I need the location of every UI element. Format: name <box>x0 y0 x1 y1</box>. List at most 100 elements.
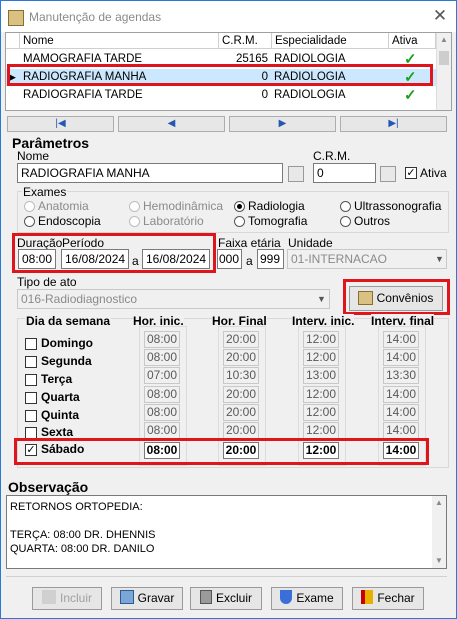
day-label-sexta: Sexta <box>41 425 74 439</box>
grid-header-especialidade[interactable]: Especialidade <box>272 33 389 49</box>
highlight-convenios <box>343 279 450 315</box>
hfim-domingo[interactable]: 20:00 <box>223 331 259 348</box>
hfim-sexta[interactable]: 20:00 <box>223 422 259 439</box>
fechar-button[interactable]: Fechar <box>352 587 424 610</box>
radio-label-outros: Outros <box>354 214 391 228</box>
iini-sexta[interactable]: 12:00 <box>303 422 339 439</box>
ifim-quarta[interactable]: 14:00 <box>383 386 419 403</box>
tipo-ato-select[interactable]: 016-Radiodiagnostico <box>17 289 330 309</box>
radio-endoscopia[interactable] <box>24 216 35 227</box>
scroll-thumb[interactable] <box>439 51 449 65</box>
grid-scrollbar[interactable]: ▲ <box>436 33 451 110</box>
add-icon <box>41 590 56 604</box>
exit-door-icon <box>361 590 374 604</box>
radio-outros[interactable] <box>340 216 351 227</box>
observacao-textarea[interactable]: RETORNOS ORTOPEDIA: TERÇA: 08:00 DR. DHE… <box>6 495 447 569</box>
nome-label: Nome <box>17 149 50 163</box>
hini-sexta[interactable]: 08:00 <box>144 422 180 439</box>
faixa-label: Faixa etária <box>218 236 281 250</box>
day-label-domingo: Domingo <box>41 336 93 350</box>
excluir-button[interactable]: Excluir <box>190 587 262 610</box>
cell-nome: RADIOGRAFIA TARDE <box>23 89 143 101</box>
hini-segunda[interactable]: 08:00 <box>144 349 180 366</box>
faixa-min-field[interactable]: 000 <box>217 249 242 269</box>
app-icon <box>8 10 24 26</box>
fechar-label: Fechar <box>377 591 415 605</box>
gravar-button[interactable]: Gravar <box>111 587 183 610</box>
iini-quarta[interactable]: 12:00 <box>303 386 339 403</box>
radio-radiologia[interactable] <box>234 201 245 212</box>
radio-tomografia[interactable] <box>234 216 245 227</box>
iini-quinta[interactable]: 12:00 <box>303 404 339 421</box>
schedule-header-dia: Dia da semana <box>25 314 112 328</box>
ifim-segunda[interactable]: 14:00 <box>383 349 419 366</box>
exames-label: Exames <box>22 185 68 199</box>
observacao-scrollbar[interactable]: ▲ ▼ <box>432 496 446 568</box>
ifim-terca[interactable]: 13:30 <box>383 367 419 384</box>
faixa-max-field[interactable]: 999 <box>257 249 284 269</box>
ifim-domingo[interactable]: 14:00 <box>383 331 419 348</box>
ativa-checkbox[interactable]: ✓ <box>405 167 417 179</box>
checkbox-segunda[interactable] <box>25 356 37 368</box>
day-label-segunda: Segunda <box>41 354 92 368</box>
grid-header-ativa[interactable]: Ativa <box>389 33 436 49</box>
unidade-select[interactable]: 01-INTERNACAO <box>287 249 447 269</box>
hini-terca[interactable]: 07:00 <box>144 367 180 384</box>
radio-label-radiologia: Radiologia <box>248 199 305 213</box>
scroll-up-icon[interactable]: ▲ <box>435 498 443 507</box>
hfim-quinta[interactable]: 20:00 <box>223 404 259 421</box>
day-label-quinta: Quinta <box>41 408 79 422</box>
day-label-terca: Terça <box>41 372 73 386</box>
cell-especialidade: RADIOLOGIA <box>274 89 346 101</box>
nav-next-button[interactable]: ▶ <box>229 116 336 132</box>
highlight-sabado-row <box>14 438 429 465</box>
ifim-quinta[interactable]: 14:00 <box>383 404 419 421</box>
radio-label-hemodinamica: Hemodinâmica <box>143 199 224 213</box>
agendas-window: Manutenção de agendas ✕ Nome C.R.M. Espe… <box>0 0 457 619</box>
grid-header-nome[interactable]: Nome <box>20 33 219 49</box>
exame-button[interactable]: Exame <box>271 587 343 610</box>
nav-last-button[interactable]: ▶| <box>340 116 447 132</box>
chevron-down-icon: ▼ <box>317 294 326 304</box>
checkbox-quarta[interactable] <box>25 392 37 404</box>
nav-first-button[interactable]: |◀ <box>7 116 114 132</box>
radio-hemodinamica[interactable] <box>129 201 140 212</box>
title-bar: Manutenção de agendas ✕ <box>1 1 456 32</box>
lookup-icon[interactable] <box>288 166 304 182</box>
observacao-line <box>10 514 446 528</box>
hini-domingo[interactable]: 08:00 <box>144 331 180 348</box>
hfim-quarta[interactable]: 20:00 <box>223 386 259 403</box>
incluir-button[interactable]: Incluir <box>32 587 102 610</box>
radio-laboratorio[interactable] <box>129 216 140 227</box>
nome-field[interactable]: RADIOGRAFIA MANHA <box>17 163 283 183</box>
hfim-segunda[interactable]: 20:00 <box>223 349 259 366</box>
check-icon: ✓ <box>404 87 417 104</box>
scroll-up-icon[interactable]: ▲ <box>440 35 448 44</box>
crm-field[interactable]: 0 <box>313 163 376 183</box>
ativa-label: Ativa <box>420 166 447 180</box>
radio-anatomia[interactable] <box>24 201 35 212</box>
checkbox-quinta[interactable] <box>25 410 37 422</box>
grid-indicator-header <box>6 33 20 49</box>
observacao-line: RETORNOS ORTOPEDIA: <box>10 501 143 513</box>
radio-ultrassonografia[interactable] <box>340 201 351 212</box>
scroll-down-icon[interactable]: ▼ <box>435 556 443 565</box>
checkbox-domingo[interactable] <box>25 338 37 350</box>
hfim-terca[interactable]: 10:30 <box>223 367 259 384</box>
iini-domingo[interactable]: 12:00 <box>303 331 339 348</box>
cell-crm: 0 <box>261 89 268 101</box>
window-title: Manutenção de agendas <box>29 10 162 24</box>
radio-label-tomografia: Tomografia <box>248 214 308 228</box>
grid-header-crm[interactable]: C.R.M. <box>219 33 272 49</box>
ifim-sexta[interactable]: 14:00 <box>383 422 419 439</box>
nav-prev-button[interactable]: ◀ <box>118 116 225 132</box>
table-row[interactable]: RADIOGRAFIA TARDE 0 RADIOLOGIA ✓ <box>6 87 436 104</box>
checkbox-terca[interactable] <box>25 374 37 386</box>
close-icon[interactable]: ✕ <box>431 6 449 26</box>
hini-quarta[interactable]: 08:00 <box>144 386 180 403</box>
iini-segunda[interactable]: 12:00 <box>303 349 339 366</box>
flask-icon <box>280 590 293 604</box>
hini-quinta[interactable]: 08:00 <box>144 404 180 421</box>
iini-terca[interactable]: 13:00 <box>303 367 339 384</box>
lookup-crm-icon[interactable] <box>380 166 396 182</box>
